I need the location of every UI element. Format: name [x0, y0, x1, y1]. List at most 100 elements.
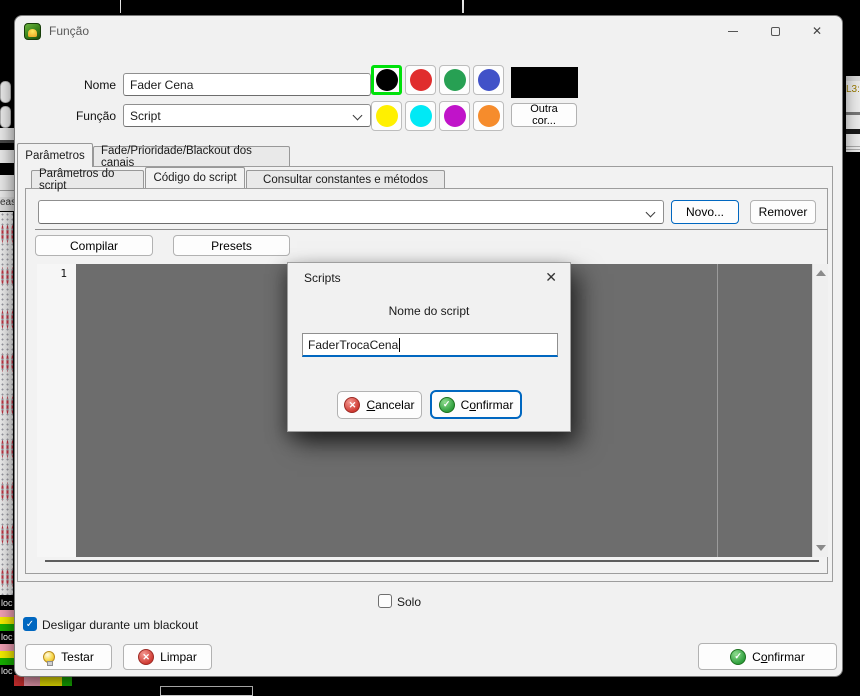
tab-label: Código do script	[153, 172, 236, 184]
list-item-color	[0, 610, 14, 617]
editor-vertical-scrollbar[interactable]	[812, 264, 828, 557]
swatch-color	[376, 105, 398, 127]
modal-title-bar[interactable]: Scripts ✕	[288, 263, 570, 291]
background-strip	[0, 150, 14, 163]
maximize-button[interactable]	[754, 16, 796, 46]
close-button[interactable]: ✕	[796, 16, 838, 46]
scripts-modal: Scripts ✕ Nome do script FaderTrocaCena …	[287, 262, 571, 432]
chevron-down-icon	[646, 208, 656, 218]
list-item-color	[0, 658, 14, 665]
tab-consultar-constantes[interactable]: Consultar constantes e métodos	[246, 170, 445, 188]
list-item-color	[0, 651, 14, 658]
confirm-button[interactable]: ✓ Confirmar	[698, 643, 837, 670]
swatch-color	[444, 105, 466, 127]
script-name-input[interactable]: FaderTrocaCena	[302, 333, 558, 357]
list-item-label: loc	[0, 665, 14, 675]
clear-label: Limpar	[160, 650, 197, 664]
tab-parametros-do-script[interactable]: Parâmetros do script	[31, 170, 144, 188]
modal-title: Scripts	[304, 271, 341, 285]
editor-margin-guide	[717, 264, 718, 557]
swatch-color	[478, 69, 500, 91]
color-swatch-yellow[interactable]	[371, 101, 402, 131]
remove-script-label: Remover	[759, 205, 808, 219]
name-input[interactable]: Fader Cena	[123, 73, 371, 96]
color-swatch-cyan[interactable]	[405, 101, 436, 131]
confirm-circle-icon: ✓	[730, 649, 746, 665]
compile-button[interactable]: Compilar	[35, 235, 153, 256]
name-label: Nome	[31, 78, 116, 92]
modal-cancel-button[interactable]: ✕ Cancelar	[337, 391, 422, 419]
solo-label: Solo	[397, 595, 421, 609]
cancel-circle-icon: ✕	[344, 397, 360, 413]
background-hairline	[0, 190, 14, 191]
chevron-down-icon	[353, 111, 363, 121]
color-swatch-magenta[interactable]	[439, 101, 470, 131]
dialog-title: Função	[49, 24, 89, 38]
list-item-color	[0, 617, 14, 624]
new-script-button[interactable]: Novo...	[671, 200, 739, 224]
remove-script-button[interactable]: Remover	[750, 200, 816, 224]
tab-label: Parâmetros do script	[39, 168, 136, 192]
background-strip	[846, 115, 860, 129]
editor-horizontal-scrollbar[interactable]	[45, 560, 819, 562]
color-swatch-blue[interactable]	[473, 65, 504, 95]
confirm-circle-icon: ✓	[439, 397, 455, 413]
top-divider-line	[462, 0, 464, 13]
tab-codigo-do-script[interactable]: Código do script	[145, 167, 245, 188]
minimize-button[interactable]	[712, 16, 754, 46]
test-button[interactable]: Testar	[25, 644, 112, 670]
clear-button[interactable]: ✕ Limpar	[123, 644, 212, 670]
list-item-color	[0, 644, 14, 651]
tab-label: Consultar constantes e métodos	[263, 174, 428, 186]
blackout-checkbox[interactable]: ✓	[23, 617, 37, 631]
background-dot-grid	[0, 212, 13, 595]
cross-icon: ✕	[349, 400, 357, 411]
color-swatch-black[interactable]	[371, 65, 402, 95]
check-icon: ✓	[26, 619, 34, 630]
function-select[interactable]: Script	[123, 104, 371, 127]
top-divider-line	[120, 0, 121, 13]
lightbulb-icon	[43, 651, 55, 663]
tab-parametros[interactable]: Parâmetros	[17, 143, 93, 167]
check-icon: ✓	[443, 399, 451, 410]
modal-confirm-button[interactable]: ✓ Confirmar	[430, 390, 522, 419]
function-label: Função	[31, 109, 116, 123]
section-divider	[35, 229, 828, 230]
swatch-color	[478, 105, 500, 127]
name-value: Fader Cena	[130, 78, 193, 92]
color-swatch-red[interactable]	[405, 65, 436, 95]
solo-checkbox[interactable]	[378, 594, 392, 608]
color-swatch-orange[interactable]	[473, 101, 504, 131]
modal-confirm-label: Confirmar	[461, 398, 514, 412]
presets-button[interactable]: Presets	[173, 235, 290, 256]
modal-close-icon[interactable]: ✕	[545, 269, 557, 286]
check-icon: ✓	[734, 651, 742, 662]
modal-cancel-label: Cancelar	[366, 398, 414, 412]
swatch-color	[376, 69, 398, 91]
other-color-button[interactable]: Outra cor...	[511, 103, 577, 127]
script-combobox[interactable]	[38, 200, 664, 224]
selected-color-preview	[511, 67, 578, 98]
background-button-sliver	[0, 81, 11, 103]
list-item-color	[0, 624, 14, 631]
background-right-label: L3: C	[846, 81, 860, 112]
background-outlined-box	[160, 686, 253, 696]
scroll-up-icon[interactable]	[816, 270, 826, 276]
background-strip	[0, 140, 14, 143]
text-cursor	[399, 338, 400, 352]
swatch-color	[444, 69, 466, 91]
background-strip	[0, 128, 14, 140]
list-item-label: loc	[0, 631, 14, 644]
new-script-label: Novo...	[686, 205, 724, 219]
scroll-down-icon[interactable]	[816, 545, 826, 551]
blackout-label: Desligar durante um blackout	[42, 618, 198, 632]
script-name-value: FaderTrocaCena	[308, 338, 398, 352]
color-swatch-green[interactable]	[439, 65, 470, 95]
cross-icon: ✕	[142, 652, 150, 663]
background-hairline	[846, 146, 860, 147]
tab-fade-prioridade-blackout[interactable]: Fade/Prioridade/Blackout dos canais	[93, 146, 290, 167]
presets-label: Presets	[211, 239, 252, 253]
other-color-label: Outra cor...	[518, 103, 570, 127]
background-hairline	[846, 149, 860, 150]
confirm-label: Confirmar	[752, 650, 805, 664]
